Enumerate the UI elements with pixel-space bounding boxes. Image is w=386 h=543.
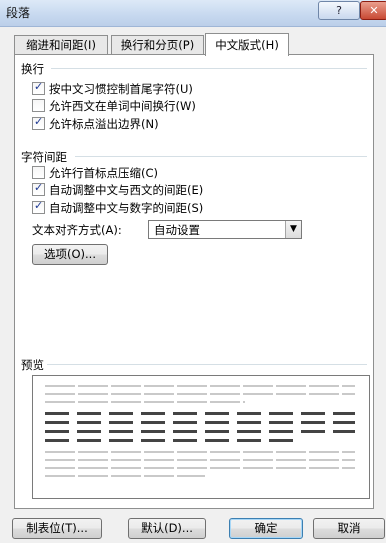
- chevron-down-icon[interactable]: ▼: [285, 221, 301, 238]
- tab-line-page-breaks[interactable]: 换行和分页(P): [111, 35, 204, 55]
- tabs-button[interactable]: 制表位(T)...: [12, 518, 102, 539]
- preview-prev-paragraph: [45, 401, 245, 403]
- check-icon: ✓: [34, 181, 44, 194]
- title-bar: 段落 ? ✕: [0, 0, 386, 27]
- preview-sample-text: [45, 421, 355, 424]
- preview-next-paragraph: [45, 475, 205, 477]
- checkbox[interactable]: ✓: [32, 80, 45, 95]
- checkbox-label: 允许标点溢出边界(N): [49, 117, 159, 131]
- window-title: 段落: [6, 6, 31, 20]
- checkbox[interactable]: [32, 99, 45, 112]
- close-button[interactable]: ✕: [360, 1, 386, 20]
- preview-sample-text: [45, 430, 355, 433]
- text-alignment-label: 文本对齐方式(A):: [32, 223, 122, 237]
- preview-heading: 预览: [21, 358, 44, 372]
- divider: [47, 364, 367, 365]
- cancel-button[interactable]: 取消: [313, 518, 385, 539]
- checkbox[interactable]: ✓: [32, 115, 45, 130]
- checkbox[interactable]: ✓: [32, 199, 45, 214]
- preview-next-paragraph: [45, 467, 355, 469]
- options-button[interactable]: 选项(O)...: [32, 244, 108, 265]
- check-icon: ✓: [34, 115, 44, 128]
- default-button[interactable]: 默认(D)...: [128, 518, 206, 539]
- tab-indents-spacing[interactable]: 缩进和间距(I): [14, 35, 108, 55]
- preview-prev-paragraph: [45, 385, 355, 387]
- check-icon: ✓: [34, 80, 44, 93]
- preview-next-paragraph: [45, 459, 355, 461]
- char-spacing-heading: 字符间距: [21, 150, 67, 164]
- line-breaking-heading: 换行: [21, 62, 44, 76]
- ok-button[interactable]: 确定: [229, 518, 303, 539]
- checkbox-label: 自动调整中文与数字的间距(S): [49, 201, 204, 215]
- checkbox[interactable]: ✓: [32, 181, 45, 196]
- checkbox-label: 允许西文在单词中间换行(W): [49, 99, 196, 113]
- preview-box: [32, 375, 370, 499]
- preview-next-paragraph: [45, 451, 355, 453]
- tab-asian-typography[interactable]: 中文版式(H): [205, 33, 289, 56]
- divider: [75, 156, 367, 157]
- help-button[interactable]: ?: [318, 1, 360, 20]
- checkbox-label: 允许行首标点压缩(C): [49, 166, 159, 180]
- divider: [51, 68, 367, 69]
- preview-sample-text: [45, 439, 295, 442]
- checkbox[interactable]: [32, 166, 45, 179]
- check-icon: ✓: [34, 199, 44, 212]
- tab-panel: 换行 ✓ 按中文习惯控制首尾字符(U) 允许西文在单词中间换行(W) ✓ 允许标…: [14, 54, 374, 509]
- preview-prev-paragraph: [45, 393, 355, 395]
- checkbox-label: 自动调整中文与西文的间距(E): [49, 183, 204, 197]
- select-value: 自动设置: [154, 223, 200, 237]
- checkbox-label: 按中文习惯控制首尾字符(U): [49, 82, 193, 96]
- preview-sample-text: [45, 412, 355, 415]
- text-alignment-select[interactable]: 自动设置 ▼: [148, 220, 302, 239]
